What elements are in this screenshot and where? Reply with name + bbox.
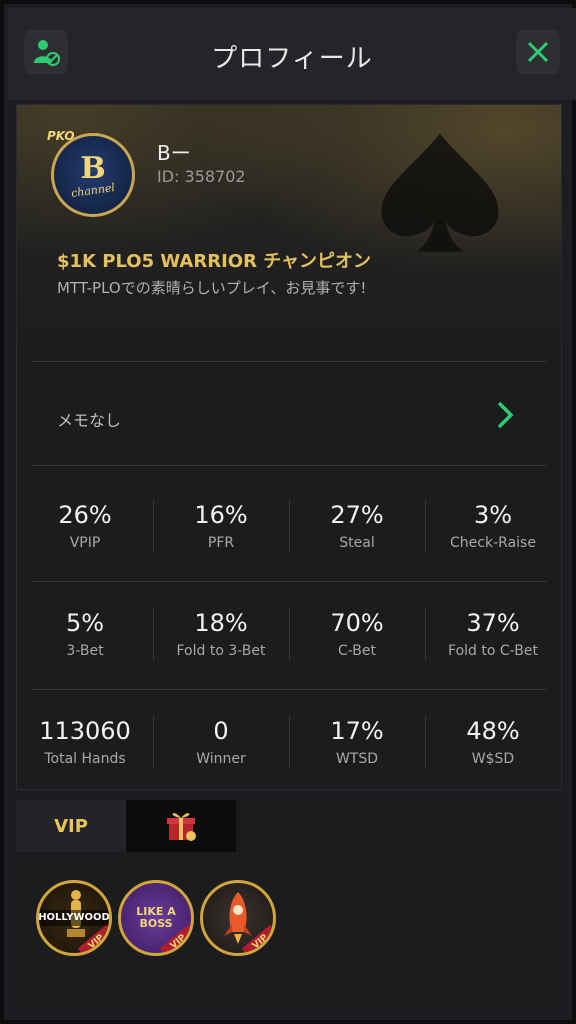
stat-3bet: 5% 3-Bet (17, 581, 153, 687)
stats-row: 113060 Total Hands 0 Winner 17% WTSD 48%… (17, 689, 561, 795)
stat-value: 48% (466, 717, 520, 745)
stat-label: WTSD (335, 751, 379, 767)
badge-tabs: VIP (16, 800, 562, 852)
avatar[interactable]: B channel (51, 133, 135, 217)
username: Bー (157, 141, 191, 165)
memo-row[interactable]: メモなし (17, 363, 561, 467)
tab-vip[interactable]: VIP (16, 800, 126, 852)
header-bar: プロフィール (8, 8, 576, 100)
achievement-title: $1K PLO5 WARRIOR チャンピオン (57, 251, 372, 272)
rocket-icon (224, 892, 252, 944)
chevron-right-icon (497, 401, 514, 429)
tab-items[interactable] (126, 800, 236, 852)
app-frame: プロフィール B channel PKO Bー ID: 358702 $1K P… (0, 0, 576, 1024)
stat-label: Steal (339, 535, 375, 551)
stat-label: 3-Bet (66, 643, 104, 659)
stats-row: 26% VPIP 16% PFR 27% Steal 3% Check-Rais… (17, 473, 561, 579)
user-id: ID: 358702 (157, 167, 246, 186)
badge-text: LIKE A BOSS (136, 905, 176, 930)
stat-value: 17% (330, 717, 384, 745)
tab-vip-label: VIP (54, 815, 88, 837)
stat-fold-to-3bet: 18% Fold to 3-Bet (153, 581, 289, 687)
stat-total-hands: 113060 Total Hands (17, 689, 153, 795)
stat-value: 5% (65, 609, 105, 637)
badge-hollywood[interactable]: HOLLYWOOD VIP (36, 880, 112, 956)
stat-label: PFR (207, 535, 235, 551)
stat-wtsd: 17% WTSD (289, 689, 425, 795)
badge-text: HOLLYWOOD (39, 910, 109, 926)
stat-label: Fold to 3-Bet (176, 643, 266, 659)
stat-wsd: 48% W$SD (425, 689, 561, 795)
stat-label: C-Bet (337, 643, 377, 659)
stat-value: 0 (213, 717, 229, 745)
stat-label: W$SD (471, 751, 515, 767)
stat-label: Total Hands (44, 751, 126, 767)
achievement-subtitle: MTT-PLOでの素晴らしいプレイ、お見事です! (57, 279, 367, 297)
stat-value: 3% (473, 501, 513, 529)
stat-winner: 0 Winner (153, 689, 289, 795)
stat-label: VPIP (69, 535, 101, 551)
badge-like-a-boss[interactable]: LIKE A BOSS VIP (118, 880, 194, 956)
stats-row: 5% 3-Bet 18% Fold to 3-Bet 70% C-Bet 37%… (17, 581, 561, 687)
stat-label: Check-Raise (450, 535, 536, 551)
divider (31, 465, 547, 466)
badge-list: HOLLYWOOD VIP LIKE A BOSS VIP VIP (16, 852, 562, 1010)
stat-label: Fold to C-Bet (448, 643, 538, 659)
stat-label: Winner (196, 751, 246, 767)
stat-value: 113060 (39, 717, 131, 745)
stat-value: 37% (466, 609, 520, 637)
stat-steal: 27% Steal (289, 473, 425, 579)
stat-value: 70% (330, 609, 384, 637)
profile-banner: B channel PKO Bー ID: 358702 $1K PLO5 WAR… (17, 105, 561, 361)
page-title: プロフィール (211, 44, 373, 74)
stat-value: 27% (330, 501, 384, 529)
stat-check-raise: 3% Check-Raise (425, 473, 561, 579)
close-button[interactable] (516, 30, 560, 74)
profile-card: B channel PKO Bー ID: 358702 $1K PLO5 WAR… (16, 104, 562, 790)
stat-cbet: 70% C-Bet (289, 581, 425, 687)
stat-vpip: 26% VPIP (17, 473, 153, 579)
stat-value: 16% (194, 501, 248, 529)
divider (31, 361, 547, 362)
stat-pfr: 16% PFR (153, 473, 289, 579)
stat-value: 26% (58, 501, 112, 529)
gift-icon (167, 813, 196, 841)
memo-label: メモなし (57, 411, 122, 430)
avatar-tag: PKO (47, 129, 75, 143)
stat-fold-to-cbet: 37% Fold to C-Bet (425, 581, 561, 687)
avatar-initial: B (80, 150, 106, 186)
stat-value: 18% (194, 609, 248, 637)
close-icon (527, 41, 549, 63)
avatar-caption: channel (70, 180, 116, 200)
spade-icon (381, 133, 499, 252)
badge-rocket[interactable]: VIP (200, 880, 276, 956)
